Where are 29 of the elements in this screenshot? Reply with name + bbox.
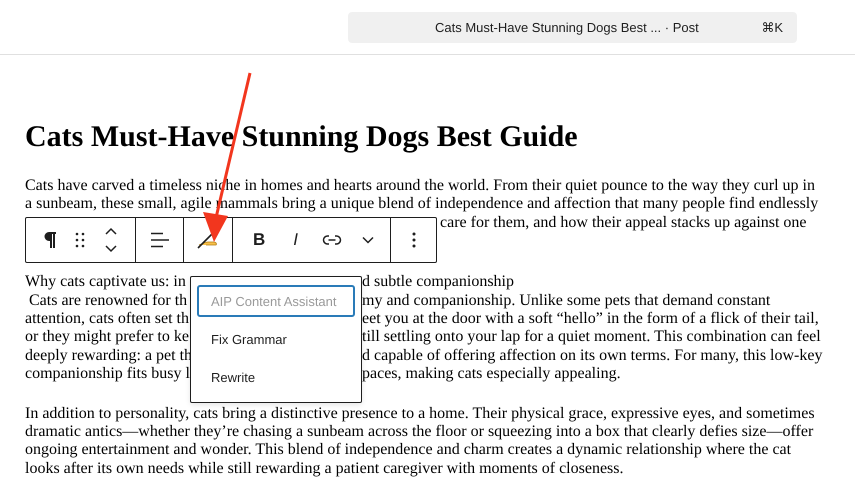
paragraph-line: In addition to personality, cats bring a distinctive presence to a home. Their physical grace, expressive eyes, and sometimes [25, 404, 815, 424]
italic-button[interactable]: I [289, 230, 302, 250]
paragraph-fragment: or they might prefer to ke [25, 328, 190, 347]
paragraph-fragment: care for them, and how their appeal stacks up against one [440, 214, 807, 232]
paragraph-fragment: till settling onto your lap for a quiet moment. This combination can feel [362, 328, 821, 347]
more-options-icon[interactable] [412, 232, 416, 248]
post-title: Cats Must-Have Stunning Dogs Best Guide [25, 119, 579, 155]
paragraph-line: looks after its own needs while still rewarding a patient caregiver with moments of closeness. [25, 460, 624, 478]
paragraph-fragment: paces, making cats especially appealing. [362, 365, 621, 384]
menu-item[interactable]: Rewrite [197, 361, 355, 393]
paragraph-fragment: my and companionship. Unlike some pets that demand constant [362, 292, 770, 310]
paragraph-fragment: Why cats captivate us: in [25, 273, 187, 292]
paragraph-fragment: companionship fits busy l [25, 365, 190, 384]
paragraph-line: dramatic antics—whether they’re chasing a sunbeam across the floor or squeezing into a box that clearly defies size—offer [25, 423, 814, 442]
paragraph-fragment: d subtle companionship [362, 273, 514, 292]
paragraph-fragment: d capable of offering affection on its own terms. For many, this low-key [362, 346, 822, 366]
drag-handle-icon[interactable] [75, 232, 86, 248]
paragraph-fragment: eet you at the door with a soft “hello” in the form of a flick of their tail, [362, 310, 819, 328]
bold-button[interactable]: B [248, 230, 270, 250]
chevron-down-icon[interactable] [362, 236, 374, 244]
command-bar[interactable]: Cats Must-Have Stunning Dogs Best ... · Post ⌘K [348, 12, 797, 42]
paragraph-icon[interactable] [43, 231, 58, 249]
paragraph-line: ongoing entertainment and wonder. This blend of independence and charm creates a dynamic relationship where the cat [25, 441, 792, 460]
link-icon[interactable] [322, 234, 342, 246]
paragraph-fragment: attention, cats often set th [25, 310, 190, 328]
paragraph-fragment: Cats are renowned for th [28, 292, 188, 310]
move-up-down-icon[interactable] [104, 227, 118, 253]
menu-item[interactable]: Fix Grammar [197, 323, 355, 355]
align-left-icon[interactable] [150, 232, 170, 248]
